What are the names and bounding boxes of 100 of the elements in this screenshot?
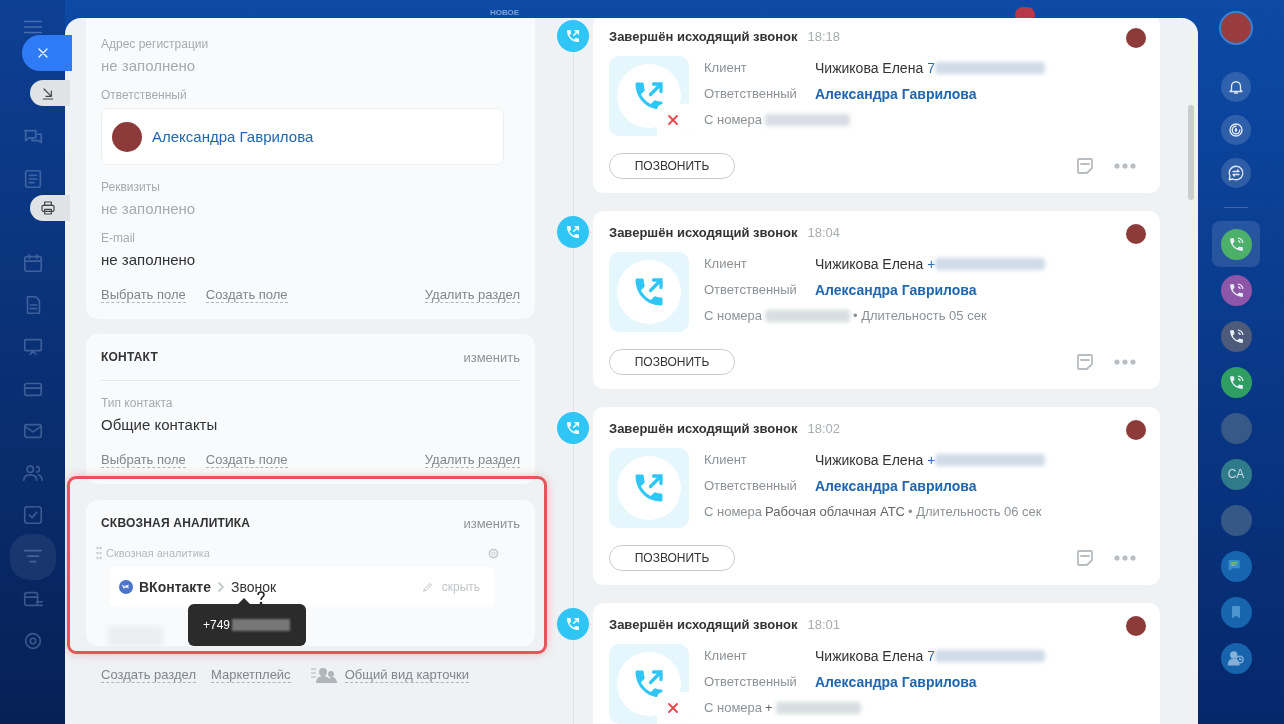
inline-edit-field[interactable]: не заполнено xyxy=(101,198,520,220)
user-link[interactable]: Александра Гаврилова xyxy=(815,476,1046,496)
field-label: С номера xyxy=(704,503,763,521)
field-value: Общие контакты xyxy=(101,415,219,435)
user-link[interactable]: Александра Гаврилова xyxy=(152,128,314,145)
client-name: Чижикова Елена xyxy=(815,59,924,78)
user-link[interactable]: Александра Гаврилова xyxy=(815,280,1046,300)
people-icon xyxy=(22,462,44,484)
note-icon[interactable] xyxy=(1076,549,1094,567)
user-avatar[interactable] xyxy=(1219,11,1253,45)
user-avatar xyxy=(1126,616,1146,636)
event-title: Завершён исходящий звонок xyxy=(609,224,798,240)
field-label: Сквозная аналитика xyxy=(106,547,210,559)
traffic-source: ВКонтакте xyxy=(139,579,211,595)
field-label: E-mail xyxy=(101,230,136,246)
more-icon[interactable] xyxy=(1114,163,1136,169)
field-label: Ответственный xyxy=(704,477,798,495)
field-value: не заполнено xyxy=(101,250,197,270)
client-name: Чижикова Елена xyxy=(815,647,924,666)
calendar-icon xyxy=(22,252,44,274)
footer-link[interactable]: Создать раздел xyxy=(101,667,196,683)
call-button[interactable]: ПОЗВОНИТЬ xyxy=(609,545,735,571)
field-label: Адрес регистрации xyxy=(101,36,210,52)
event-title: Завершён исходящий звонок xyxy=(609,420,798,436)
edit-link[interactable]: изменить xyxy=(463,515,520,531)
phone-source: Рабочая облачная АТС xyxy=(765,503,905,521)
field-label: Клиент xyxy=(704,451,748,469)
phone-link[interactable]: + xyxy=(927,450,936,470)
phone-link[interactable]: 7 xyxy=(927,646,935,666)
section-title: КОНТАКТ xyxy=(101,350,158,364)
delete-section-link[interactable]: Удалить раздел xyxy=(424,452,520,468)
close-button[interactable] xyxy=(22,35,72,71)
user-avatar xyxy=(1126,420,1146,440)
spiral-button[interactable] xyxy=(1221,115,1251,145)
event-time: 18:02 xyxy=(807,420,841,436)
event-time: 18:01 xyxy=(807,616,841,632)
person-clock-icon xyxy=(1227,649,1245,667)
chat-exchange-icon xyxy=(1227,164,1245,182)
field-action-link[interactable]: Выбрать поле xyxy=(101,452,186,468)
phone-icon xyxy=(565,28,581,44)
nav-item[interactable] xyxy=(22,462,44,484)
card-view-link[interactable]: Общий вид карточки xyxy=(344,667,469,683)
contact-item[interactable] xyxy=(1212,221,1260,267)
user-link[interactable]: Александра Гаврилова xyxy=(815,672,1045,692)
phone-icon xyxy=(1227,235,1245,253)
scrollbar[interactable] xyxy=(1188,105,1194,200)
avatar-initials: CA xyxy=(1227,467,1245,481)
field-label: Ответственный xyxy=(704,85,798,103)
field-label: Клиент xyxy=(704,59,748,77)
phone-icon xyxy=(565,616,581,632)
chat-exchange-button[interactable] xyxy=(1221,158,1251,188)
field-action-link[interactable]: Создать поле xyxy=(205,287,288,303)
note-icon[interactable] xyxy=(1076,353,1094,371)
note-icon[interactable] xyxy=(1076,157,1094,175)
delete-section-link[interactable]: Удалить раздел xyxy=(424,287,520,303)
tooltip-text: +749 xyxy=(203,618,231,632)
document-icon xyxy=(22,168,44,190)
phone-icon xyxy=(1227,281,1245,299)
drag-handle-icon[interactable] xyxy=(96,546,102,560)
traffic-step: Звонок xyxy=(230,579,277,595)
field-action-link[interactable]: Создать поле xyxy=(205,452,288,468)
inline-edit-field[interactable]: не заполнено xyxy=(101,55,520,77)
cross-icon xyxy=(667,114,679,126)
phone-icon xyxy=(565,420,581,436)
more-icon[interactable] xyxy=(1114,359,1136,365)
user-link[interactable]: Александра Гаврилова xyxy=(815,84,1045,104)
field-label: С номера xyxy=(704,111,763,129)
nav-item[interactable] xyxy=(22,252,44,274)
field-label: С номера xyxy=(704,307,763,325)
pencil-icon xyxy=(421,581,434,593)
call-duration: • Длительность 06 сек xyxy=(908,503,1042,521)
field-label: Тип контакта xyxy=(101,395,174,411)
nav-item[interactable] xyxy=(22,168,44,190)
user-avatar xyxy=(1220,504,1252,536)
more-icon[interactable] xyxy=(1114,555,1136,561)
section-title: СКВОЗНАЯ АНАЛИТИКА xyxy=(101,516,251,530)
event-title: Завершён исходящий звонок xyxy=(609,616,798,632)
collapse-button[interactable] xyxy=(30,80,70,106)
nav-item[interactable] xyxy=(22,336,44,358)
field-action-link[interactable]: Выбрать поле xyxy=(101,287,186,303)
phone-icon xyxy=(1227,373,1245,391)
edit-link[interactable]: изменить xyxy=(463,349,520,365)
call-button[interactable]: ПОЗВОНИТЬ xyxy=(609,153,735,179)
footer-link[interactable]: Маркетплейс xyxy=(211,667,291,683)
checkbox-icon xyxy=(22,504,44,526)
phone-link[interactable]: 7 xyxy=(927,58,935,78)
print-button[interactable] xyxy=(30,195,70,221)
printer-icon xyxy=(40,200,56,216)
user-avatar xyxy=(1126,28,1146,48)
nav-item[interactable] xyxy=(22,504,44,526)
phone-link[interactable]: + xyxy=(927,254,936,274)
field-label: Клиент xyxy=(704,647,748,665)
contact-item[interactable]: CA xyxy=(1212,451,1260,497)
call-button[interactable]: ПОЗВОНИТЬ xyxy=(609,349,735,375)
phone-icon xyxy=(1227,327,1245,345)
client-name: Чижикова Елена xyxy=(815,451,924,470)
user-field[interactable]: Александра Гаврилова xyxy=(101,108,504,165)
bell-button[interactable] xyxy=(1221,72,1251,102)
field-label: Ответственный xyxy=(704,281,798,299)
spiral-icon xyxy=(1227,121,1245,139)
